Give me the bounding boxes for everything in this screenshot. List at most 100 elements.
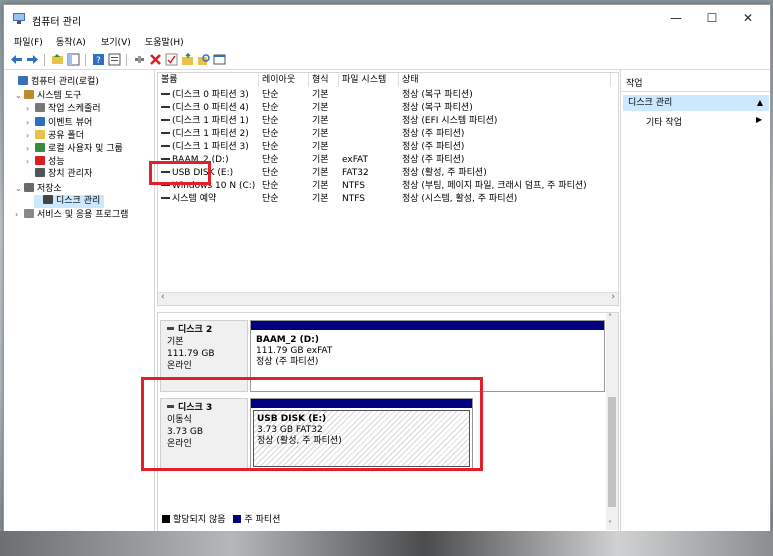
tree-item[interactable]: 장치 관리자: [26, 168, 92, 181]
desktop-background: [0, 531, 773, 556]
volume-cell-type: 기본: [312, 181, 329, 191]
volume-cell-type: 기본: [312, 168, 329, 178]
volume-cell-name: (디스크 1 파티션 1): [161, 115, 257, 128]
volume-cell-name: (디스크 1 파티션 3): [161, 141, 257, 154]
tree-item[interactable]: 디스크 관리: [34, 194, 105, 208]
more-actions-label: 기타 작업: [646, 118, 682, 128]
scroll-right-icon[interactable]: ›: [611, 292, 615, 302]
title-bar[interactable]: 컴퓨터 관리 — ☐ ✕: [4, 5, 770, 31]
actions-more-actions[interactable]: 기타 작업 ▶: [646, 115, 762, 128]
actions-header: 작업: [621, 76, 770, 92]
toolbar: ?: [4, 51, 770, 70]
show-hide-tree-icon[interactable]: [67, 53, 80, 66]
submenu-arrow-icon: ▶: [756, 115, 763, 124]
expand-chevron-icon[interactable]: ⌄: [15, 89, 24, 102]
navigation-tree: 컴퓨터 관리(로컬) ⌄ 시스템 도구 › 작업 스케줄러 › 이벤트 뷰어 › 공유 폴더 › 로…: [4, 70, 155, 531]
volume-row[interactable]: (디스크 1 파티션 2) 단순 기본 정상 (주 파티션): [158, 128, 613, 141]
column-header-layout[interactable]: 레이아웃: [259, 73, 309, 87]
volume-row[interactable]: Windows 10 N (C:) 단순 기본 NTFS 정상 (부팅, 페이지 파일,…: [158, 180, 613, 193]
volume-icon: [161, 132, 170, 134]
volume-cell-type: 기본: [312, 129, 329, 139]
volume-cell-layout: 단순: [262, 181, 279, 191]
volume-icon: [161, 93, 170, 95]
scroll-thumb[interactable]: [608, 397, 616, 507]
expand-chevron-icon[interactable]: ›: [26, 142, 35, 155]
tree-item[interactable]: › 성능: [26, 155, 65, 168]
expand-chevron-icon[interactable]: ›: [15, 208, 24, 221]
volume-icon: [161, 119, 170, 121]
tree-item[interactable]: › 이벤트 뷰어: [26, 116, 92, 129]
legend-primary: 주 파티션: [244, 515, 281, 525]
tree-item-label: 저장소: [37, 183, 62, 194]
menu-view[interactable]: 보기(V): [101, 35, 131, 48]
volume-cell-fs: NTFS: [342, 194, 365, 204]
expand-chevron-icon[interactable]: ›: [26, 116, 35, 129]
folder-arrow-icon[interactable]: [181, 53, 194, 66]
scroll-left-icon[interactable]: ‹: [161, 292, 165, 302]
computer-management-icon: [18, 76, 28, 85]
volume-row[interactable]: USB DISK (E:) 단순 기본 FAT32 정상 (활성, 주 파티션): [158, 167, 613, 180]
toolbar-separator: [126, 54, 127, 66]
expand-chevron-icon[interactable]: ⌄: [15, 182, 24, 195]
volume-row[interactable]: BAAM_2 (D:) 단순 기본 exFAT 정상 (주 파티션): [158, 154, 613, 167]
delete-icon[interactable]: [149, 53, 162, 66]
tree-item[interactable]: ⌄ 저장소: [15, 182, 62, 195]
volume-row[interactable]: 시스템 예약 단순 기본 NTFS 정상 (시스템, 활성, 주 파티션): [158, 193, 613, 206]
connect-icon[interactable]: [133, 53, 146, 66]
tree-item[interactable]: › 작업 스케줄러: [26, 102, 101, 115]
column-header-type[interactable]: 형식: [309, 73, 339, 87]
column-header-filesystem[interactable]: 파일 시스템: [339, 73, 399, 87]
volume-row[interactable]: (디스크 1 파티션 3) 단순 기본 정상 (주 파티션): [158, 141, 613, 154]
disk-2-state: 온라인: [167, 361, 192, 371]
volume-cell-type: 기본: [312, 155, 329, 165]
up-folder-icon[interactable]: [51, 53, 64, 66]
column-header-status[interactable]: 상태: [399, 73, 611, 87]
maximize-button[interactable]: ☐: [697, 9, 727, 27]
volume-name: 시스템 예약: [172, 194, 217, 204]
volume-cell-name: (디스크 0 파티션 3): [161, 89, 257, 102]
volume-name: (디스크 1 파티션 3): [172, 142, 249, 152]
toolbar-separator: [44, 54, 45, 66]
properties-icon[interactable]: [108, 53, 121, 66]
console-icon[interactable]: [213, 53, 226, 66]
menu-file[interactable]: 파일(F): [14, 35, 43, 48]
scroll-up-icon[interactable]: ˄: [608, 313, 612, 322]
volume-cell-layout: 단순: [262, 168, 279, 178]
tree-item[interactable]: › 서비스 및 응용 프로그램: [15, 208, 128, 221]
disk-2-title: 디스크 2: [167, 324, 247, 336]
tree-item[interactable]: › 공유 폴더: [26, 129, 84, 142]
disk-2-size: 111.79 GB: [167, 349, 215, 359]
volume-name: (디스크 0 파티션 3): [172, 90, 249, 100]
volume-cell-status: 정상 (주 파티션): [402, 129, 465, 139]
tree-item[interactable]: ⌄ 시스템 도구: [15, 89, 81, 102]
volume-row[interactable]: (디스크 1 파티션 1) 단순 기본 정상 (EFI 시스템 파티션): [158, 115, 613, 128]
menu-bar: 파일(F) 동작(A) 보기(V) 도움말(H): [4, 32, 770, 50]
help-icon[interactable]: ?: [92, 53, 105, 66]
volume-cell-layout: 단순: [262, 155, 279, 165]
volume-row[interactable]: (디스크 0 파티션 3) 단순 기본 정상 (복구 파티션): [158, 89, 613, 102]
vertical-scrollbar[interactable]: ˄ ˅: [606, 313, 618, 530]
back-arrow-icon[interactable]: [10, 53, 23, 66]
horizontal-scrollbar[interactable]: ‹ ›: [158, 292, 618, 305]
tree-item[interactable]: 컴퓨터 관리(로컬): [9, 76, 99, 89]
collapse-arrow-icon[interactable]: ▲: [757, 95, 763, 111]
expand-chevron-icon[interactable]: ›: [26, 155, 35, 168]
menu-help[interactable]: 도움말(H): [145, 35, 184, 48]
forward-arrow-icon[interactable]: [26, 53, 39, 66]
volume-cell-layout: 단순: [262, 129, 279, 139]
menu-action[interactable]: 동작(A): [56, 35, 86, 48]
actions-section-disk-management[interactable]: 디스크 관리 ▲: [623, 95, 769, 111]
minimize-button[interactable]: —: [661, 9, 691, 27]
check-disk-icon[interactable]: [165, 53, 178, 66]
expand-chevron-icon[interactable]: ›: [26, 102, 35, 115]
expand-chevron-icon[interactable]: ›: [26, 129, 35, 142]
tree-item-label: 컴퓨터 관리(로컬): [31, 77, 99, 87]
device-manager-icon: [35, 168, 45, 178]
partition-baam2-info: 111.79 GB exFAT: [256, 346, 333, 356]
volume-cell-fs: exFAT: [342, 155, 369, 165]
close-button[interactable]: ✕: [733, 9, 763, 27]
volume-row[interactable]: (디스크 0 파티션 4) 단순 기본 정상 (복구 파티션): [158, 102, 613, 115]
column-header-volume[interactable]: 볼륨: [158, 73, 259, 87]
tree-item[interactable]: › 로컬 사용자 및 그룹: [26, 142, 123, 155]
search-folder-icon[interactable]: [197, 53, 210, 66]
